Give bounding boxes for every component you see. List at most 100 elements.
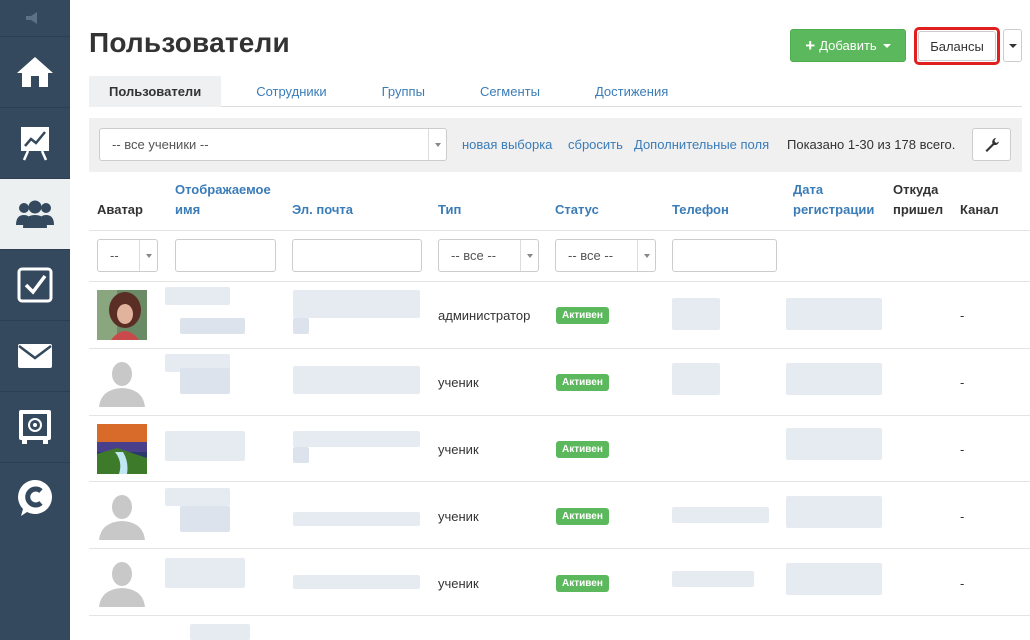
col-type[interactable]: Тип: [438, 200, 461, 220]
checkbox-icon: [17, 267, 53, 303]
status-filter-select[interactable]: -- все --: [555, 239, 656, 272]
row-channel: -: [960, 308, 965, 323]
avatar[interactable]: [97, 557, 147, 607]
sidebar-item-messages[interactable]: [0, 320, 70, 391]
row-type: ученик: [438, 442, 479, 457]
balances-button[interactable]: Балансы: [918, 31, 996, 61]
selection-value: -- все ученики --: [112, 137, 209, 152]
default-user-icon: [97, 490, 147, 540]
col-source-line2: пришел: [893, 202, 944, 217]
tab-achievements[interactable]: Достижения: [575, 76, 688, 107]
phone-redacted: [672, 298, 720, 330]
tab-employees[interactable]: Сотрудники: [236, 76, 346, 107]
mail-icon: [18, 344, 52, 368]
reg-date-redacted: [786, 428, 882, 460]
reg-date-redacted: [786, 496, 882, 528]
email-redacted: [293, 318, 309, 334]
chevron-down-icon: [643, 253, 650, 258]
phone-redacted: [672, 571, 754, 587]
row-type: ученик: [438, 576, 479, 591]
name-redacted: [180, 506, 230, 532]
email-redacted: [293, 290, 420, 318]
sidebar-item-payments[interactable]: [0, 391, 70, 462]
more-dropdown-button[interactable]: [1003, 29, 1022, 62]
name-redacted: [180, 368, 230, 394]
sidebar-item-users[interactable]: [0, 178, 70, 249]
sidebar-item-tasks[interactable]: [0, 249, 70, 320]
col-avatar: Аватар: [97, 202, 143, 217]
chart-icon: [21, 127, 49, 161]
caret-down-icon: [1008, 43, 1017, 48]
new-selection-link[interactable]: новая выборка: [462, 137, 552, 152]
sidebar-toggle[interactable]: [0, 0, 70, 36]
default-user-icon: [97, 357, 147, 407]
avatar[interactable]: [97, 490, 147, 540]
speaker-icon: [26, 12, 37, 24]
avatar-photo: [97, 290, 147, 340]
row-type: администратор: [438, 308, 531, 323]
settings-button[interactable]: [972, 128, 1011, 161]
divider: [89, 281, 1030, 282]
name-redacted: [165, 287, 230, 305]
divider: [89, 348, 1030, 349]
tab-segments[interactable]: Сегменты: [460, 76, 560, 107]
sidebar-item-chat[interactable]: [0, 462, 70, 533]
row-type: ученик: [438, 509, 479, 524]
col-reg-line1[interactable]: Дата: [793, 180, 823, 200]
status-badge: Активен: [556, 307, 609, 324]
status-badge: Активен: [556, 374, 609, 391]
name-redacted: [165, 431, 245, 461]
row-channel: -: [960, 442, 965, 457]
chevron-down-icon: [145, 253, 152, 258]
phone-redacted: [672, 363, 720, 395]
status-badge: Активен: [556, 508, 609, 525]
plus-icon: +: [805, 36, 816, 55]
page-title: Пользователи: [89, 27, 290, 58]
chevron-down-icon: [526, 253, 533, 258]
chevron-down-icon: [434, 142, 441, 147]
col-name-line1[interactable]: Отображаемое: [175, 180, 271, 200]
name-redacted: [180, 318, 245, 334]
home-icon: [17, 57, 53, 87]
avatar-filter-value: --: [110, 248, 119, 263]
selection-select[interactable]: -- все ученики --: [99, 128, 447, 161]
phone-filter-input[interactable]: [672, 239, 777, 272]
sidebar-item-analytics[interactable]: [0, 107, 70, 178]
add-button[interactable]: + Добавить: [790, 29, 906, 62]
reg-date-redacted: [786, 363, 882, 395]
tab-users[interactable]: Пользователи: [89, 76, 222, 107]
avatar[interactable]: [97, 357, 147, 407]
col-email[interactable]: Эл. почта: [292, 200, 353, 220]
extra-fields-link[interactable]: Дополнительные поля: [634, 137, 769, 152]
avatar[interactable]: [97, 290, 147, 340]
email-redacted: [293, 512, 420, 526]
row-type: ученик: [438, 375, 479, 390]
type-filter-select[interactable]: -- все --: [438, 239, 539, 272]
col-status[interactable]: Статус: [555, 200, 599, 220]
tab-groups[interactable]: Группы: [362, 76, 445, 107]
sidebar: [0, 0, 70, 640]
filter-bar: -- все ученики -- новая выборка сбросить…: [89, 118, 1022, 172]
avatar-filter-select[interactable]: --: [97, 239, 158, 272]
type-filter-value: -- все --: [451, 248, 497, 263]
email-filter-input[interactable]: [292, 239, 422, 272]
name-filter-input[interactable]: [175, 239, 276, 272]
status-badge: Активен: [556, 575, 609, 592]
col-phone[interactable]: Телефон: [672, 200, 729, 220]
default-user-icon: [97, 557, 147, 607]
divider: [89, 548, 1030, 549]
email-redacted: [293, 366, 420, 394]
col-source-line1: Откуда: [893, 182, 939, 197]
divider: [89, 415, 1030, 416]
divider: [89, 615, 1030, 616]
row-channel: -: [960, 509, 965, 524]
sidebar-item-home[interactable]: [0, 36, 70, 107]
reg-date-redacted: [786, 563, 882, 595]
col-name-line2[interactable]: имя: [175, 200, 200, 220]
divider: [89, 230, 1030, 231]
reset-link[interactable]: сбросить: [568, 137, 623, 152]
status-badge: Активен: [556, 441, 609, 458]
row-channel: -: [960, 375, 965, 390]
col-reg-line2[interactable]: регистрации: [793, 200, 874, 220]
avatar[interactable]: [97, 424, 147, 474]
